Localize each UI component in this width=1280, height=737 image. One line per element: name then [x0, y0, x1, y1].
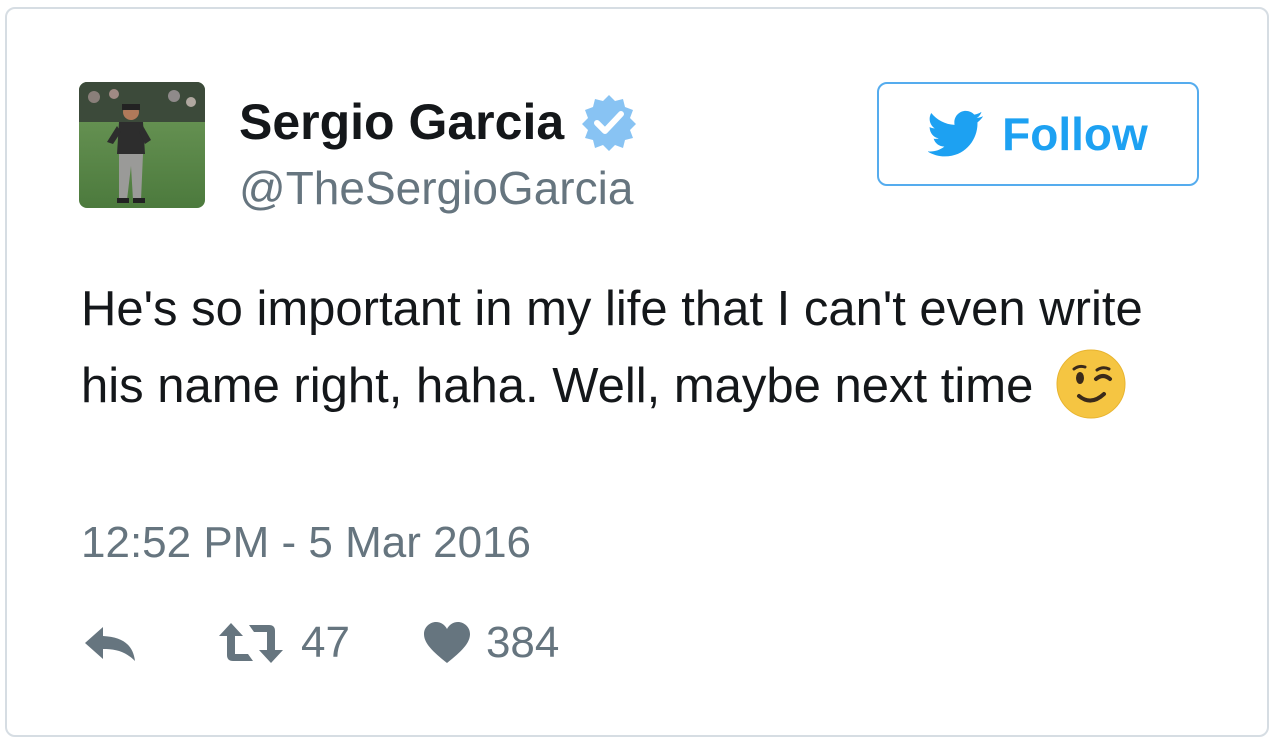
avatar[interactable]	[79, 82, 205, 208]
reply-icon	[85, 627, 135, 661]
author-handle[interactable]: @TheSergioGarcia	[239, 165, 633, 211]
tweet-card: Sergio Garcia @TheSergioGarcia Follow He…	[5, 7, 1269, 737]
follow-label: Follow	[1002, 108, 1148, 160]
tweet-body-text: He's so important in my life that I can'…	[81, 282, 1143, 413]
verified-badge-icon	[580, 93, 638, 151]
retweet-button[interactable]: 47	[217, 618, 350, 668]
like-count: 384	[485, 618, 560, 667]
retweet-icon	[219, 623, 283, 663]
tweet-text: He's so important in my life that I can'…	[81, 271, 1211, 425]
reply-button[interactable]	[81, 621, 139, 665]
tweet-actions: 47 384	[81, 615, 559, 671]
winking-face-emoji-icon	[1055, 348, 1127, 420]
author-display-name[interactable]: Sergio Garcia	[239, 93, 638, 151]
author-name-text: Sergio Garcia	[239, 94, 565, 150]
tweet-timestamp[interactable]: 12:52 PM - 5 Mar 2016	[81, 521, 531, 565]
heart-icon	[423, 622, 470, 663]
follow-button[interactable]: Follow	[877, 82, 1199, 186]
like-button[interactable]: 384	[422, 618, 559, 668]
twitter-bird-icon	[927, 110, 984, 158]
retweet-count: 47	[301, 618, 350, 667]
